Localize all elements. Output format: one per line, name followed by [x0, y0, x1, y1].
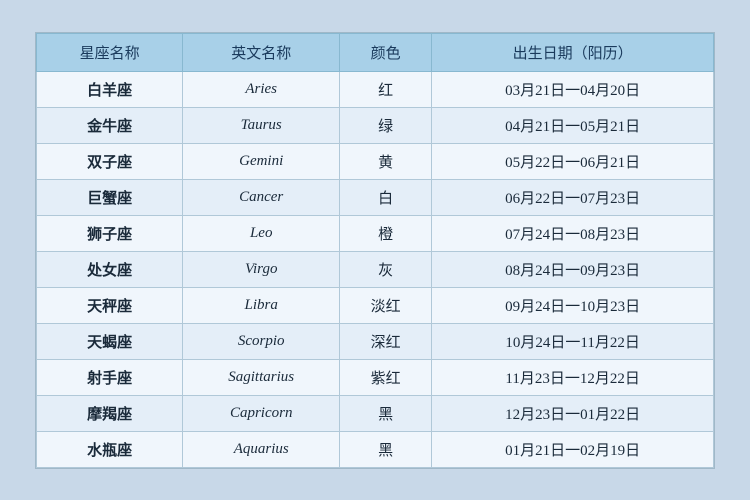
cell-dates: 09月24日一10月23日: [432, 287, 714, 323]
cell-english-name: Taurus: [183, 107, 340, 143]
table-header-row: 星座名称 英文名称 颜色 出生日期（阳历）: [37, 33, 714, 71]
table-row: 摩羯座Capricorn黑12月23日一01月22日: [37, 395, 714, 431]
cell-color: 紫红: [340, 359, 432, 395]
cell-dates: 03月21日一04月20日: [432, 71, 714, 107]
cell-dates: 11月23日一12月22日: [432, 359, 714, 395]
header-english-name: 英文名称: [183, 33, 340, 71]
table-row: 白羊座Aries红03月21日一04月20日: [37, 71, 714, 107]
cell-dates: 05月22日一06月21日: [432, 143, 714, 179]
cell-color: 白: [340, 179, 432, 215]
table-row: 水瓶座Aquarius黑01月21日一02月19日: [37, 431, 714, 467]
cell-english-name: Virgo: [183, 251, 340, 287]
cell-color: 深红: [340, 323, 432, 359]
zodiac-table-container: 星座名称 英文名称 颜色 出生日期（阳历） 白羊座Aries红03月21日一04…: [35, 32, 715, 469]
table-row: 金牛座Taurus绿04月21日一05月21日: [37, 107, 714, 143]
cell-chinese-name: 金牛座: [37, 107, 183, 143]
table-body: 白羊座Aries红03月21日一04月20日金牛座Taurus绿04月21日一0…: [37, 71, 714, 467]
cell-chinese-name: 摩羯座: [37, 395, 183, 431]
cell-color: 橙: [340, 215, 432, 251]
cell-chinese-name: 水瓶座: [37, 431, 183, 467]
table-row: 天秤座Libra淡红09月24日一10月23日: [37, 287, 714, 323]
cell-english-name: Aquarius: [183, 431, 340, 467]
zodiac-table: 星座名称 英文名称 颜色 出生日期（阳历） 白羊座Aries红03月21日一04…: [36, 33, 714, 468]
cell-chinese-name: 天蝎座: [37, 323, 183, 359]
cell-english-name: Gemini: [183, 143, 340, 179]
cell-english-name: Libra: [183, 287, 340, 323]
cell-chinese-name: 射手座: [37, 359, 183, 395]
cell-english-name: Leo: [183, 215, 340, 251]
cell-english-name: Scorpio: [183, 323, 340, 359]
cell-chinese-name: 处女座: [37, 251, 183, 287]
table-row: 处女座Virgo灰08月24日一09月23日: [37, 251, 714, 287]
cell-chinese-name: 天秤座: [37, 287, 183, 323]
cell-color: 绿: [340, 107, 432, 143]
header-color: 颜色: [340, 33, 432, 71]
cell-dates: 01月21日一02月19日: [432, 431, 714, 467]
cell-english-name: Aries: [183, 71, 340, 107]
table-row: 双子座Gemini黄05月22日一06月21日: [37, 143, 714, 179]
header-dates: 出生日期（阳历）: [432, 33, 714, 71]
cell-dates: 12月23日一01月22日: [432, 395, 714, 431]
cell-color: 灰: [340, 251, 432, 287]
cell-color: 黑: [340, 395, 432, 431]
cell-dates: 04月21日一05月21日: [432, 107, 714, 143]
table-row: 天蝎座Scorpio深红10月24日一11月22日: [37, 323, 714, 359]
cell-english-name: Capricorn: [183, 395, 340, 431]
cell-dates: 07月24日一08月23日: [432, 215, 714, 251]
cell-chinese-name: 双子座: [37, 143, 183, 179]
cell-color: 黄: [340, 143, 432, 179]
cell-dates: 08月24日一09月23日: [432, 251, 714, 287]
cell-chinese-name: 白羊座: [37, 71, 183, 107]
table-row: 狮子座Leo橙07月24日一08月23日: [37, 215, 714, 251]
cell-english-name: Sagittarius: [183, 359, 340, 395]
cell-chinese-name: 巨蟹座: [37, 179, 183, 215]
cell-dates: 06月22日一07月23日: [432, 179, 714, 215]
table-row: 巨蟹座Cancer白06月22日一07月23日: [37, 179, 714, 215]
cell-english-name: Cancer: [183, 179, 340, 215]
cell-color: 淡红: [340, 287, 432, 323]
cell-chinese-name: 狮子座: [37, 215, 183, 251]
cell-color: 红: [340, 71, 432, 107]
header-chinese-name: 星座名称: [37, 33, 183, 71]
cell-dates: 10月24日一11月22日: [432, 323, 714, 359]
cell-color: 黑: [340, 431, 432, 467]
table-row: 射手座Sagittarius紫红11月23日一12月22日: [37, 359, 714, 395]
